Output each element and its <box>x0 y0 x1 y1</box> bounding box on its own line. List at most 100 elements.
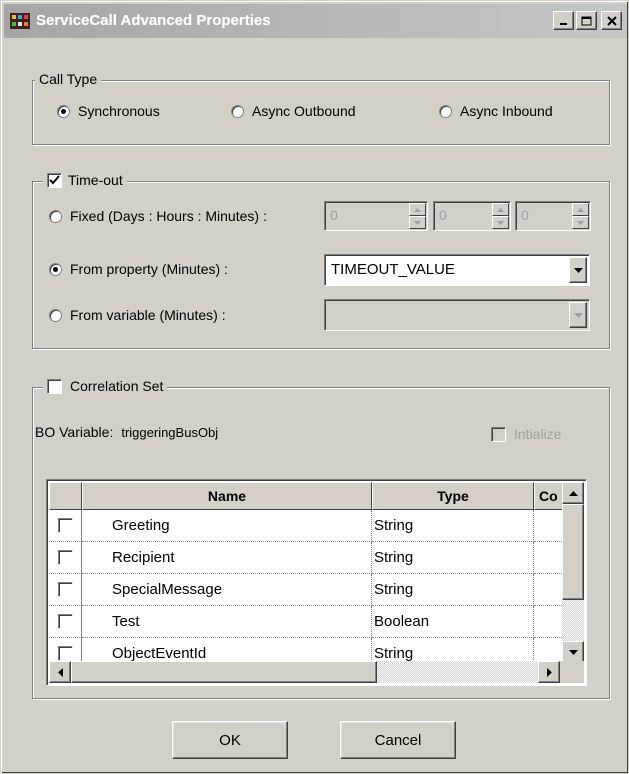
column-header-select[interactable] <box>49 482 82 510</box>
radio-synchronous-label: Synchronous <box>78 103 160 119</box>
property-dropdown-value: TIMEOUT_VALUE <box>331 261 455 278</box>
row-checkbox[interactable] <box>57 646 73 661</box>
minimize-button[interactable] <box>553 11 574 30</box>
row-select-cell[interactable] <box>49 574 82 606</box>
variable-dropdown-button[interactable] <box>569 302 587 328</box>
spin-up-icon[interactable] <box>572 203 589 216</box>
timeout-group: Time-out Fixed (Days : Hours : Minutes) … <box>32 172 610 349</box>
property-dropdown[interactable]: TIMEOUT_VALUE <box>324 254 590 286</box>
row-select-cell[interactable] <box>49 606 82 638</box>
correlation-table[interactable]: Name Type Co Greeting String Recipient S… <box>46 479 587 686</box>
radio-fixed[interactable]: Fixed (Days : Hours : Minutes) : <box>49 208 267 224</box>
row-name: Recipient <box>82 542 372 574</box>
radio-async-inbound[interactable]: Async Inbound <box>439 103 553 119</box>
dialog-window: ServiceCall Advanced Properties Call Typ… <box>0 0 629 774</box>
table-row[interactable]: SpecialMessage String <box>49 574 564 606</box>
radio-from-property-indicator[interactable] <box>49 262 62 276</box>
vertical-scroll-thumb[interactable] <box>562 504 584 600</box>
row-checkbox[interactable] <box>57 518 73 533</box>
table-row[interactable]: Recipient String <box>49 542 564 574</box>
fixed-days-spin[interactable] <box>409 203 426 229</box>
correlation-legend[interactable]: Correlation Set <box>43 378 168 394</box>
title-bar[interactable]: ServiceCall Advanced Properties <box>4 4 627 38</box>
row-select-cell[interactable] <box>49 542 82 574</box>
timeout-legend[interactable]: Time-out <box>43 172 127 188</box>
column-header-type[interactable]: Type <box>372 482 534 510</box>
call-type-label: Call Type <box>39 71 98 87</box>
radio-synchronous-indicator[interactable] <box>57 104 70 118</box>
row-type: String <box>372 574 534 606</box>
app-icon <box>10 13 30 29</box>
horizontal-scrollbar[interactable] <box>49 661 560 683</box>
table-body: Greeting String Recipient String Special… <box>49 510 564 670</box>
property-dropdown-button[interactable] <box>569 257 587 283</box>
radio-synchronous[interactable]: Synchronous <box>57 103 160 119</box>
spin-down-icon[interactable] <box>572 216 589 229</box>
initialize-option[interactable]: Intialize <box>491 426 561 442</box>
radio-from-variable[interactable]: From variable (Minutes) : <box>49 307 226 323</box>
row-name: SpecialMessage <box>82 574 372 606</box>
correlation-label: Correlation Set <box>70 378 164 394</box>
spin-down-icon[interactable] <box>492 216 509 229</box>
row-checkbox[interactable] <box>57 550 73 565</box>
vertical-scrollbar[interactable] <box>562 482 584 663</box>
spin-up-icon[interactable] <box>492 203 509 216</box>
fixed-hours-spin[interactable] <box>492 203 509 229</box>
spin-up-icon[interactable] <box>409 203 426 216</box>
close-icon <box>606 15 617 26</box>
row-select-cell[interactable] <box>49 510 82 542</box>
chevron-down-icon <box>573 312 583 318</box>
column-header-co[interactable]: Co <box>534 482 564 510</box>
scroll-down-button[interactable] <box>562 641 584 663</box>
initialize-checkbox[interactable] <box>491 426 506 442</box>
radio-from-variable-indicator[interactable] <box>49 308 62 322</box>
variable-dropdown[interactable] <box>324 299 590 331</box>
row-checkbox[interactable] <box>57 582 73 597</box>
fixed-minutes-spin[interactable] <box>572 203 589 229</box>
radio-from-property[interactable]: From property (Minutes) : <box>49 261 228 277</box>
radio-from-property-label: From property (Minutes) : <box>70 261 228 277</box>
radio-async-outbound-label: Async Outbound <box>252 103 356 119</box>
close-button[interactable] <box>601 11 622 30</box>
radio-async-inbound-label: Async Inbound <box>460 103 553 119</box>
horizontal-scroll-thumb[interactable] <box>71 661 377 683</box>
radio-async-outbound-indicator[interactable] <box>231 104 244 118</box>
row-co <box>534 606 564 638</box>
chevron-down-icon <box>573 267 583 273</box>
maximize-icon <box>581 16 592 25</box>
fixed-minutes-value: 0 <box>521 207 529 223</box>
table-row[interactable]: Test Boolean <box>49 606 564 638</box>
window-title: ServiceCall Advanced Properties <box>36 12 271 29</box>
row-co <box>534 574 564 606</box>
fixed-days-spinner[interactable]: 0 <box>324 201 428 231</box>
arrow-down-icon <box>568 649 578 655</box>
row-type: Boolean <box>372 606 534 638</box>
arrow-up-icon <box>568 490 578 496</box>
radio-async-inbound-indicator[interactable] <box>439 104 452 118</box>
row-co <box>534 542 564 574</box>
fixed-hours-spinner[interactable]: 0 <box>433 201 511 231</box>
scroll-up-button[interactable] <box>562 482 584 504</box>
correlation-checkbox[interactable] <box>47 378 62 394</box>
scroll-left-button[interactable] <box>49 661 71 683</box>
radio-async-outbound[interactable]: Async Outbound <box>231 103 356 119</box>
row-name: Greeting <box>82 510 372 542</box>
row-checkbox[interactable] <box>57 614 73 629</box>
scrollbar-corner <box>560 661 584 683</box>
scroll-right-button[interactable] <box>538 661 560 683</box>
table-header: Name Type Co <box>49 482 564 510</box>
arrow-left-icon <box>57 667 63 677</box>
fixed-minutes-spinner[interactable]: 0 <box>515 201 591 231</box>
checkmark-icon <box>49 174 60 184</box>
radio-fixed-indicator[interactable] <box>49 209 62 223</box>
spin-down-icon[interactable] <box>409 216 426 229</box>
ok-button[interactable]: OK <box>172 721 288 759</box>
initialize-label: Intialize <box>514 426 562 442</box>
timeout-checkbox[interactable] <box>47 172 62 188</box>
column-header-name[interactable]: Name <box>82 482 372 510</box>
table-row[interactable]: Greeting String <box>49 510 564 542</box>
cancel-button[interactable]: Cancel <box>340 721 456 759</box>
maximize-button[interactable] <box>576 11 597 30</box>
bo-variable-label: BO Variable: <box>35 424 114 440</box>
bo-variable-row: BO Variable: triggeringBusObj <box>35 424 218 440</box>
